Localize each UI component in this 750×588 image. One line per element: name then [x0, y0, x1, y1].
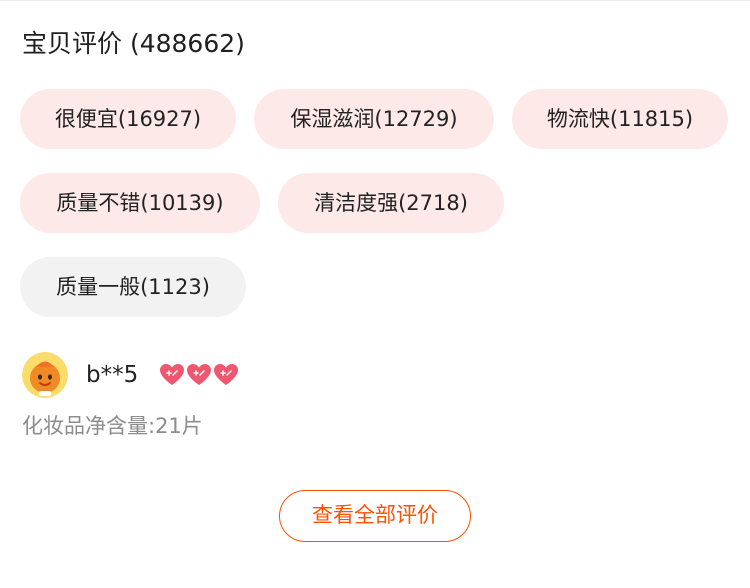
heart-icon [214, 364, 238, 385]
view-all-reviews-button[interactable]: 查看全部评价 [279, 490, 471, 542]
review-tag-good-quality[interactable]: 质量不错(10139) [20, 173, 260, 233]
review-tag-moisturizing[interactable]: 保湿滋润(12729) [254, 89, 494, 149]
review-product-spec: 化妆品净含量:21片 [22, 414, 203, 438]
heart-icon [187, 364, 211, 385]
review-tag-strong-cleansing[interactable]: 清洁度强(2718) [278, 173, 504, 233]
avatar-mascot-icon [22, 352, 68, 398]
top-divider [0, 0, 750, 1]
review-tag-cheap[interactable]: 很便宜(16927) [20, 89, 236, 149]
review-tag-average-quality[interactable]: 质量一般(1123) [20, 257, 246, 317]
review-tag-fast-shipping[interactable]: 物流快(11815) [512, 89, 728, 149]
heart-icon [160, 364, 184, 385]
reviewer-level-badge [158, 361, 242, 389]
reviews-title: 宝贝评价 (488662) [22, 29, 245, 58]
reviewer-username: b**5 [86, 362, 139, 388]
avatar[interactable] [22, 352, 68, 398]
